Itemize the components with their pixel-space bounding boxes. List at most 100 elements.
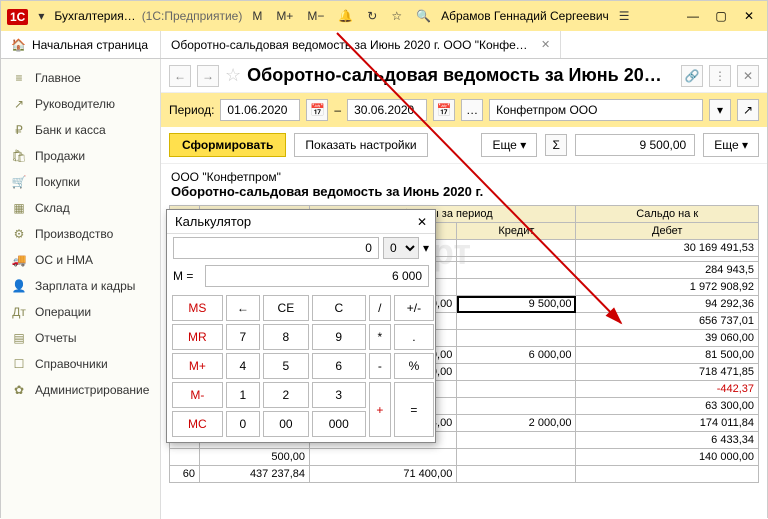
show-settings-button[interactable]: Показать настройки: [294, 133, 427, 157]
calc-key-M-[interactable]: M-: [172, 382, 223, 408]
sidebar-item-3[interactable]: 🛍Продажи: [1, 143, 160, 169]
cell[interactable]: [457, 364, 576, 381]
calc-key-2[interactable]: 2: [263, 382, 309, 408]
cell[interactable]: [457, 398, 576, 415]
cell[interactable]: [170, 449, 200, 466]
calc-key-MS[interactable]: MS: [172, 295, 223, 321]
favorite-icon[interactable]: ☆: [225, 65, 241, 86]
cell[interactable]: -442,37: [576, 381, 759, 398]
calc-key-*[interactable]: *: [369, 324, 391, 350]
sidebar-item-6[interactable]: ⚙Производство: [1, 221, 160, 247]
calc-key-9[interactable]: 9: [312, 324, 366, 350]
cell[interactable]: [457, 466, 576, 483]
calc-key-MR[interactable]: MR: [172, 324, 223, 350]
cell[interactable]: [457, 313, 576, 330]
sidebar-item-9[interactable]: ДтОперации: [1, 299, 160, 325]
organization-input[interactable]: [489, 99, 703, 121]
cell[interactable]: 284 943,5: [576, 262, 759, 279]
calc-key-4[interactable]: 4: [226, 353, 260, 379]
nav-fwd-button[interactable]: →: [197, 65, 219, 87]
cell[interactable]: 2 000,00: [457, 415, 576, 432]
sidebar-item-1[interactable]: ↗Руководителю: [1, 91, 160, 117]
sidebar-item-8[interactable]: 👤Зарплата и кадры: [1, 273, 160, 299]
cell[interactable]: 30 169 491,53: [576, 240, 759, 257]
maximize-button[interactable]: ▢: [709, 9, 733, 23]
link-icon[interactable]: 🔗: [681, 65, 703, 87]
table-row[interactable]: 60437 237,8471 400,00: [170, 466, 759, 483]
search-icon[interactable]: 🔍: [412, 7, 435, 25]
calc-key-7[interactable]: 7: [226, 324, 260, 350]
calendar-from-icon[interactable]: 📅: [306, 99, 328, 121]
star-icon[interactable]: ☆: [387, 7, 406, 25]
user-menu-icon[interactable]: ☰: [615, 7, 634, 25]
calc-key-←[interactable]: ←: [226, 295, 260, 321]
menu-toggle-icon[interactable]: ▾: [34, 7, 48, 25]
cell[interactable]: [457, 432, 576, 449]
close-button[interactable]: ✕: [737, 9, 761, 23]
calc-key-1[interactable]: 1: [226, 382, 260, 408]
cell[interactable]: [457, 262, 576, 279]
cell[interactable]: 500,00: [200, 449, 310, 466]
bell-icon[interactable]: 🔔: [334, 7, 357, 25]
cell[interactable]: 174 011,84: [576, 415, 759, 432]
sidebar-item-2[interactable]: ₽Банк и касса: [1, 117, 160, 143]
sidebar-item-12[interactable]: ✿Администрирование: [1, 377, 160, 403]
calc-key-.[interactable]: .: [394, 324, 434, 350]
tab-home[interactable]: 🏠 Начальная страница: [1, 31, 161, 58]
period-picker-button[interactable]: …: [461, 99, 483, 121]
calculator-close-icon[interactable]: ✕: [417, 215, 427, 229]
calculator-op-select[interactable]: 0: [383, 237, 419, 259]
sidebar-item-10[interactable]: ▤Отчеты: [1, 325, 160, 351]
more-button[interactable]: Еще ▾: [481, 133, 537, 157]
sidebar-item-4[interactable]: 🛒Покупки: [1, 169, 160, 195]
org-dropdown-icon[interactable]: ▾: [709, 99, 731, 121]
calc-key-8[interactable]: 8: [263, 324, 309, 350]
more-icon[interactable]: ⋮: [709, 65, 731, 87]
cell[interactable]: 81 500,00: [576, 347, 759, 364]
cell[interactable]: [576, 466, 759, 483]
memory-m-button[interactable]: M: [248, 7, 266, 25]
nav-back-button[interactable]: ←: [169, 65, 191, 87]
date-from-input[interactable]: [220, 99, 300, 121]
cell[interactable]: [457, 240, 576, 257]
sidebar-item-5[interactable]: ▦Склад: [1, 195, 160, 221]
generate-button[interactable]: Сформировать: [169, 133, 286, 157]
cell[interactable]: 1 972 908,92: [576, 279, 759, 296]
calc-key-5[interactable]: 5: [263, 353, 309, 379]
cell[interactable]: 6 433,34: [576, 432, 759, 449]
cell[interactable]: [457, 381, 576, 398]
tab-close-icon[interactable]: ✕: [541, 38, 550, 51]
cell[interactable]: [457, 279, 576, 296]
tab-report[interactable]: Оборотно-сальдовая ведомость за Июнь 202…: [161, 31, 561, 58]
cell[interactable]: 39 060,00: [576, 330, 759, 347]
cell[interactable]: 94 292,36: [576, 296, 759, 313]
calc-key-+/-[interactable]: +/-: [394, 295, 434, 321]
cell[interactable]: 140 000,00: [576, 449, 759, 466]
calc-key-00[interactable]: 00: [263, 411, 309, 437]
history-icon[interactable]: ↻: [363, 7, 381, 25]
cell[interactable]: [457, 449, 576, 466]
calculator-op-dropdown-icon[interactable]: ▾: [423, 241, 429, 255]
calc-key-%[interactable]: %: [394, 353, 434, 379]
calc-key-0[interactable]: 0: [226, 411, 260, 437]
cell[interactable]: 718 471,85: [576, 364, 759, 381]
sidebar-item-0[interactable]: ≡Главное: [1, 65, 160, 91]
sidebar-item-11[interactable]: ☐Справочники: [1, 351, 160, 377]
calc-key--[interactable]: -: [369, 353, 391, 379]
memory-mminus-button[interactable]: M−: [303, 7, 328, 25]
cell[interactable]: 71 400,00: [310, 466, 457, 483]
minimize-button[interactable]: ―: [681, 9, 705, 23]
more2-button[interactable]: Еще ▾: [703, 133, 759, 157]
sigma-icon[interactable]: Σ: [545, 134, 567, 156]
cell[interactable]: 656 737,01: [576, 313, 759, 330]
calc-key-CE[interactable]: CE: [263, 295, 309, 321]
calc-key-C[interactable]: C: [312, 295, 366, 321]
calc-key-equals[interactable]: =: [394, 382, 434, 437]
memory-mplus-button[interactable]: M+: [272, 7, 297, 25]
calc-key-6[interactable]: 6: [312, 353, 366, 379]
cell[interactable]: 437 237,84: [200, 466, 310, 483]
sidebar-item-7[interactable]: 🚚ОС и НМА: [1, 247, 160, 273]
org-open-icon[interactable]: ↗: [737, 99, 759, 121]
user-name[interactable]: Абрамов Геннадий Сергеевич: [441, 9, 609, 23]
calc-key-M+[interactable]: M+: [172, 353, 223, 379]
